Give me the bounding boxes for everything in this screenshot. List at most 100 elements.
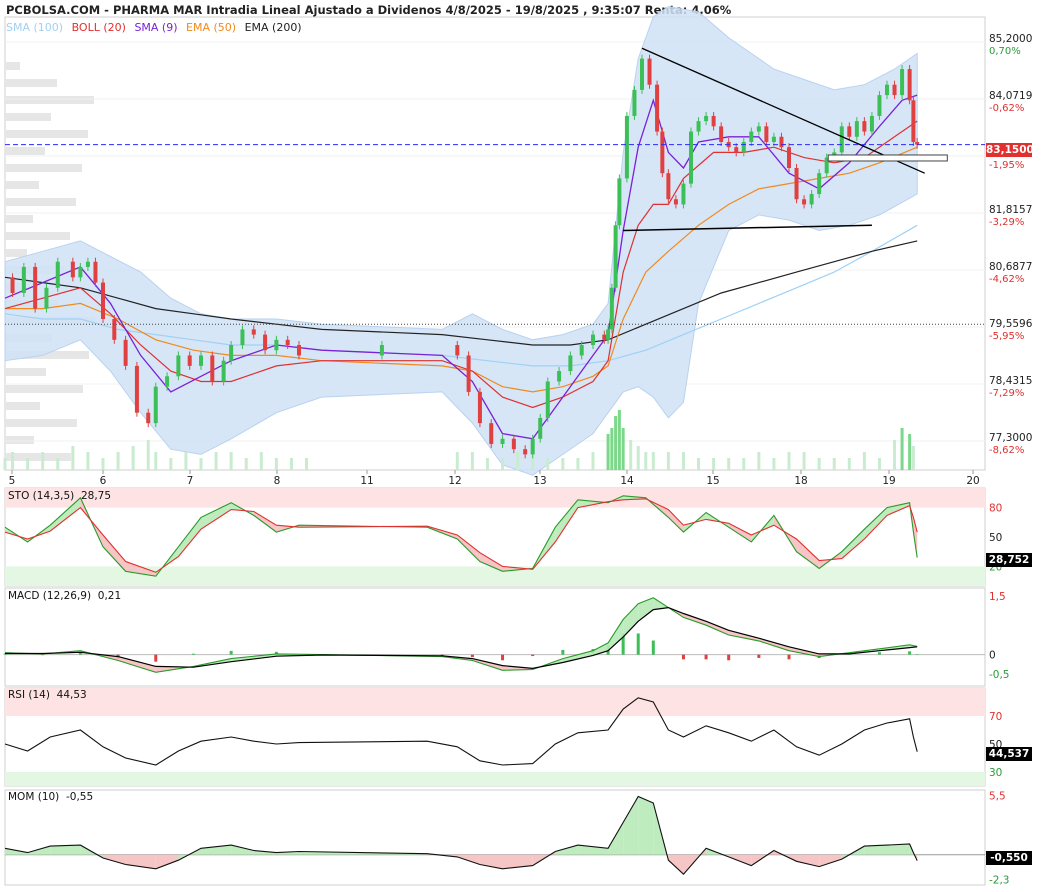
sto-y-tick-label: 80 — [989, 503, 1002, 515]
volume-bar — [455, 452, 459, 470]
y-change-label: -1,95% — [989, 160, 1024, 171]
candle-body — [545, 381, 550, 418]
volume-profile-bar — [5, 232, 70, 240]
volume-bar — [305, 458, 309, 470]
x-tick-label: 14 — [620, 475, 634, 487]
volume-bar — [289, 458, 293, 470]
y-change-label: 0,70% — [989, 46, 1021, 57]
volume-bar — [485, 458, 489, 470]
volume-bar — [41, 452, 45, 470]
volume-bar — [697, 458, 701, 470]
candle-body — [523, 449, 528, 455]
volume-profile-bar — [5, 147, 45, 155]
volume-profile-bar — [5, 249, 27, 257]
y-change-label: -8,62% — [989, 445, 1024, 456]
candle-body — [101, 282, 105, 319]
candle-body — [538, 417, 543, 439]
candle-body — [165, 376, 170, 387]
candle-body — [907, 69, 912, 101]
candle-body — [771, 136, 776, 142]
candle-body — [892, 84, 897, 96]
volume-bar — [214, 452, 218, 470]
chart-stage: PCBOLSA.COM - PHARMA MAR Intradia Lineal… — [0, 0, 1041, 892]
y-tick-label: 80,6877 — [989, 261, 1032, 273]
candle-body — [764, 126, 769, 142]
volume-bar — [621, 428, 625, 470]
y-tick-label: 78,4315 — [989, 375, 1032, 387]
volume-bar — [893, 440, 897, 470]
candle-body — [696, 121, 701, 132]
candle-body — [21, 266, 26, 293]
candle-body — [285, 339, 290, 346]
sto-label: STO (14,3,5) 28,75 — [8, 490, 112, 502]
y-tick-label: 85,2000 — [989, 33, 1032, 45]
panel-frame-mom — [4, 789, 986, 886]
volume-bar — [606, 434, 610, 470]
volume-bar — [274, 458, 278, 470]
candle-body — [734, 147, 739, 153]
macd-histogram-bar — [727, 654, 731, 661]
volume-bar — [610, 428, 614, 470]
candle-body — [489, 423, 494, 444]
volume-bar — [712, 458, 716, 470]
sto-crossfill — [668, 509, 684, 533]
volume-bar — [787, 452, 791, 470]
sto-crossfill — [841, 529, 865, 559]
volume-bar — [146, 440, 150, 470]
mom-fill — [796, 854, 820, 867]
candle-body — [900, 69, 905, 96]
candle-body — [617, 178, 622, 226]
volume-profile-bar — [5, 402, 40, 410]
volume-bar — [71, 446, 75, 470]
macd-histogram-bar — [154, 654, 158, 662]
candle-body — [153, 386, 158, 424]
candle-body — [530, 438, 535, 455]
macd-histogram-bar — [229, 650, 233, 655]
candle-body — [756, 126, 761, 132]
macd-line — [4, 597, 918, 673]
mom-fill — [887, 844, 910, 855]
mom-fill — [50, 845, 81, 855]
candle-body — [146, 412, 151, 424]
sto-overbought-zone — [5, 488, 985, 508]
candle-body — [624, 115, 629, 179]
candle-body — [199, 355, 203, 366]
price-target-box — [827, 154, 948, 162]
volume-bar — [727, 458, 731, 470]
volume-bar — [229, 452, 233, 470]
candle-body — [666, 173, 671, 200]
candle-body — [640, 58, 644, 90]
mom-current-badge: -0,550 — [986, 851, 1032, 865]
x-tick-label: 20 — [966, 475, 979, 487]
volume-bar — [131, 446, 135, 470]
volume-profile-bar — [5, 62, 20, 70]
sto-crossfill — [864, 507, 887, 539]
volume-bar — [651, 452, 655, 470]
volume-bar — [470, 452, 474, 470]
volume-bar — [101, 458, 105, 470]
macd-histogram-bar — [531, 654, 535, 657]
volume-profile-bar — [5, 164, 82, 172]
volume-profile-bar — [5, 453, 71, 461]
candle-body — [704, 115, 709, 122]
volume-bar — [772, 458, 776, 470]
candle-body — [591, 334, 595, 346]
macd-histogram-bar — [561, 649, 565, 655]
volume-bar — [576, 458, 580, 470]
sto-y-tick-label: 50 — [989, 532, 1002, 544]
rsi-oversold-zone — [5, 772, 985, 786]
y-change-label: -0,62% — [989, 103, 1024, 114]
sto-current-badge: 28,752 — [986, 553, 1032, 567]
candle-body — [263, 334, 268, 351]
x-tick-label: 12 — [448, 475, 461, 487]
candle-body — [568, 355, 573, 372]
candle-body — [187, 355, 192, 366]
macd-crossfill — [623, 603, 639, 637]
y-change-label: -7,29% — [989, 388, 1024, 399]
volume-profile-bar — [5, 368, 46, 376]
volume-bar — [636, 446, 640, 470]
volume-bar — [116, 452, 120, 470]
candle-body — [176, 355, 181, 377]
candle-body — [854, 121, 859, 137]
candle-body — [379, 345, 384, 356]
